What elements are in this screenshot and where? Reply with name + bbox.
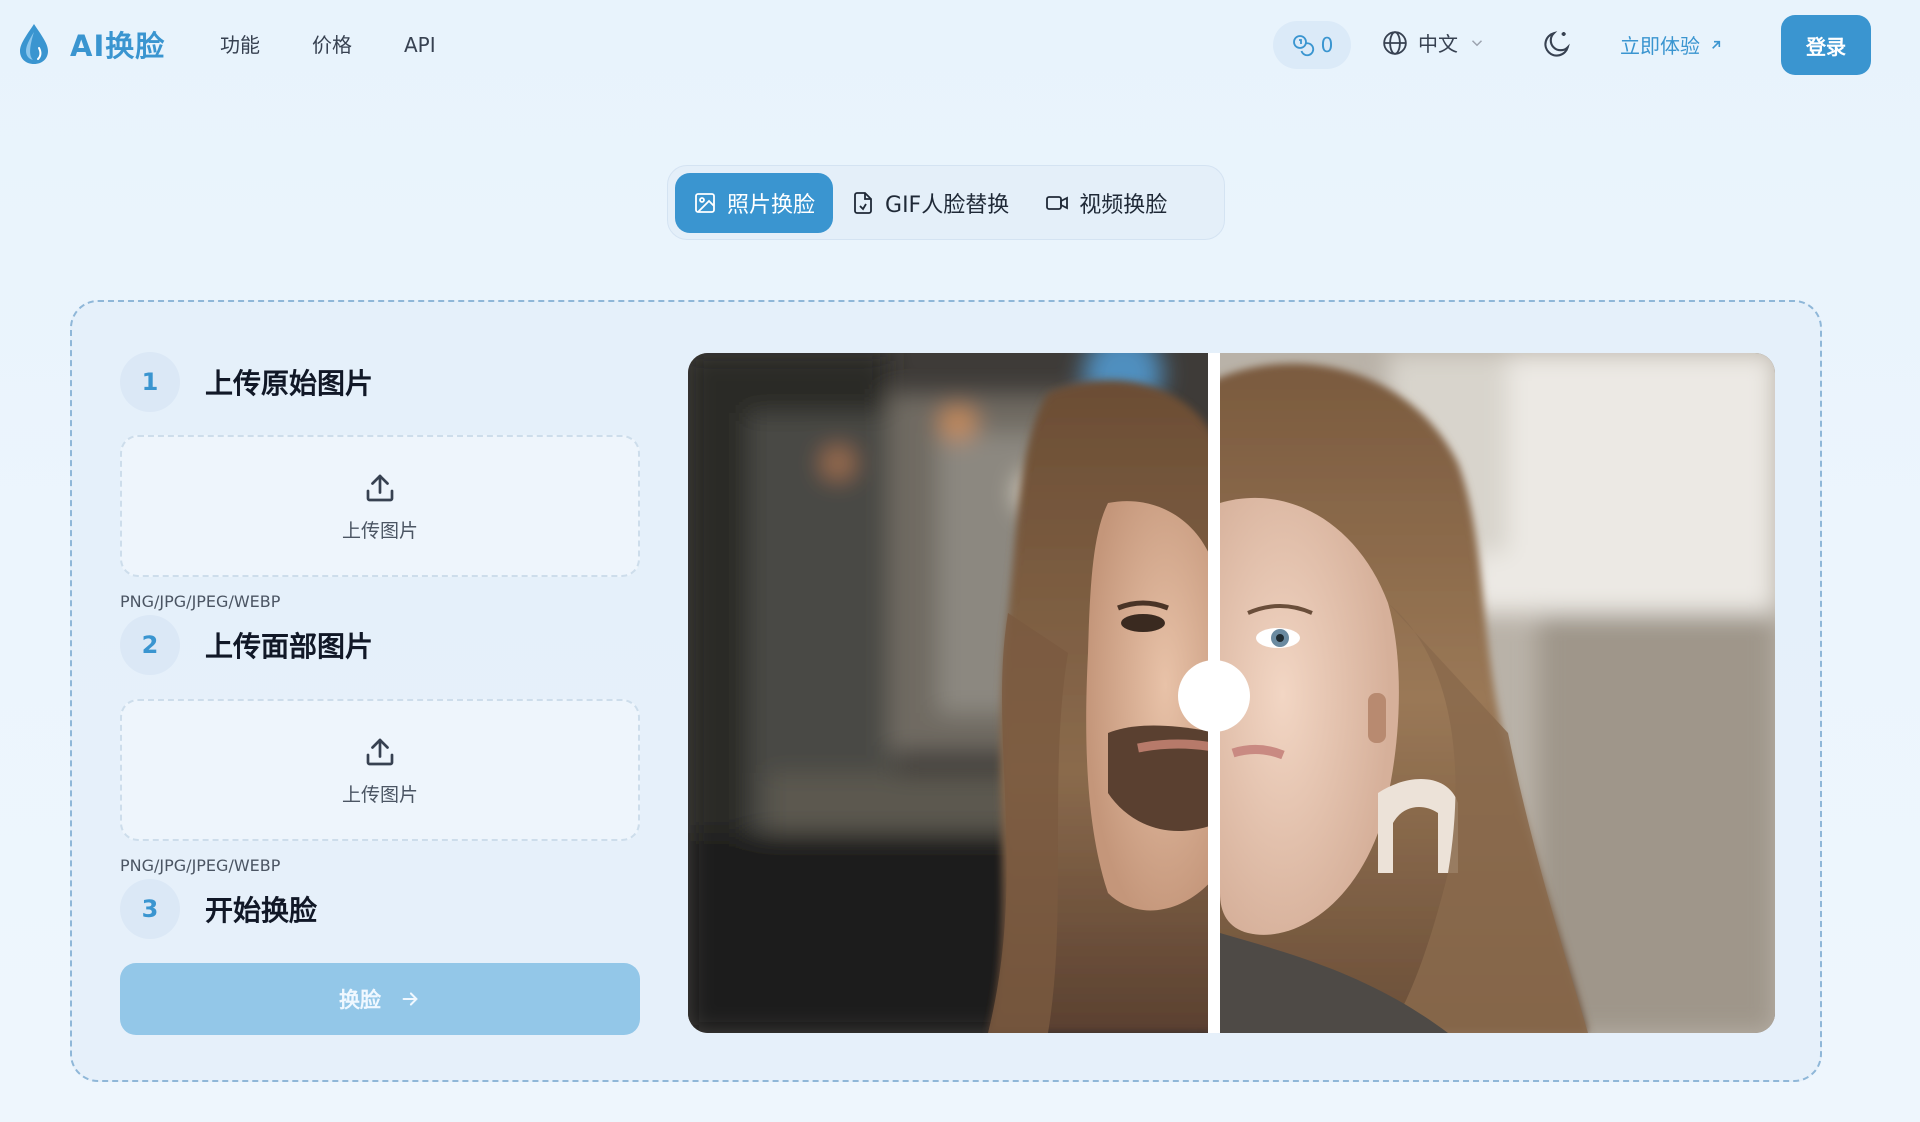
theme-toggle[interactable] bbox=[1541, 28, 1573, 64]
upload-face-dropzone[interactable]: 上传图片 bbox=[120, 699, 640, 841]
face-swap-card: 1 上传原始图片 上传图片 PNG/JPG/JPEG/WEBP 2 上传面部图片… bbox=[70, 300, 1822, 1082]
tab-label: 视频换脸 bbox=[1079, 192, 1168, 218]
logo[interactable]: AI换脸 bbox=[16, 22, 165, 66]
upload-original-dropzone[interactable]: 上传图片 bbox=[120, 435, 640, 577]
globe-icon bbox=[1383, 30, 1407, 55]
nav-item-api[interactable]: API bbox=[404, 28, 436, 62]
upload-label: 上传图片 bbox=[341, 783, 418, 806]
step-number: 2 bbox=[120, 615, 180, 675]
arrow-right-icon bbox=[402, 992, 418, 1006]
format-hint: PNG/JPG/JPEG/WEBP bbox=[120, 592, 281, 611]
upload-icon bbox=[366, 474, 394, 501]
upload-label: 上传图片 bbox=[341, 519, 418, 542]
gif-file-icon bbox=[854, 191, 872, 214]
arrow-up-right-icon bbox=[1712, 40, 1721, 49]
try-now-link[interactable]: 立即体验 bbox=[1620, 30, 1724, 59]
login-button[interactable]: 登录 bbox=[1781, 15, 1871, 75]
step-3-header: 3 开始换脸 bbox=[120, 879, 317, 939]
nav-item-features[interactable]: 功能 bbox=[220, 28, 260, 62]
tab-label: GIF人脸替换 bbox=[885, 192, 1010, 218]
mode-tabs: 照片换脸 GIF人脸替换 视频换脸 bbox=[667, 165, 1225, 240]
nav-item-pricing[interactable]: 价格 bbox=[312, 28, 352, 62]
tab-video-swap[interactable]: 视频换脸 bbox=[1027, 173, 1185, 233]
chevron-down-icon bbox=[1471, 39, 1483, 46]
coins-icon bbox=[1292, 35, 1314, 57]
language-selector[interactable]: 中文 bbox=[1382, 28, 1486, 57]
step-number: 1 bbox=[120, 352, 180, 412]
tab-label: 照片换脸 bbox=[727, 192, 816, 218]
image-icon bbox=[695, 192, 715, 213]
video-camera-icon bbox=[1046, 195, 1069, 210]
main-nav: 功能 价格 API bbox=[220, 28, 488, 62]
language-label: 中文 bbox=[1418, 32, 1458, 56]
step-title: 上传面部图片 bbox=[205, 630, 374, 663]
swap-button-label: 换脸 bbox=[339, 988, 381, 1012]
upload-icon bbox=[366, 738, 394, 765]
credits-count: 0 bbox=[1320, 33, 1334, 57]
credits-badge[interactable]: 0 bbox=[1273, 21, 1351, 69]
page: AI换脸 功能 价格 API 0 中文 立即体验 登录 照片换脸 GIF人脸替换… bbox=[0, 0, 1920, 1122]
original-photo bbox=[688, 353, 1208, 1033]
moon-icon bbox=[1544, 31, 1570, 57]
swap-face-button[interactable]: 换脸 bbox=[120, 963, 640, 1035]
before-after-comparison bbox=[688, 353, 1775, 1033]
tab-photo-swap[interactable]: 照片换脸 bbox=[675, 172, 834, 233]
step-title: 上传原始图片 bbox=[205, 367, 374, 400]
step-title: 开始换脸 bbox=[205, 894, 318, 927]
logo-text: AI换脸 bbox=[70, 29, 166, 63]
step-number: 3 bbox=[120, 879, 180, 939]
water-drop-logo-icon bbox=[20, 24, 48, 64]
step-1-header: 1 上传原始图片 bbox=[120, 352, 373, 412]
format-hint: PNG/JPG/JPEG/WEBP bbox=[120, 856, 281, 875]
top-header: AI换脸 功能 价格 API 0 中文 立即体验 登录 bbox=[0, 0, 1920, 90]
tab-gif-swap[interactable]: GIF人脸替换 bbox=[833, 173, 1027, 233]
step-2-header: 2 上传面部图片 bbox=[120, 615, 373, 675]
swapped-photo bbox=[1220, 353, 1775, 1033]
try-now-label: 立即体验 bbox=[1620, 34, 1700, 58]
comparison-image bbox=[688, 353, 1775, 1033]
comparison-slider-handle[interactable] bbox=[1178, 660, 1250, 732]
